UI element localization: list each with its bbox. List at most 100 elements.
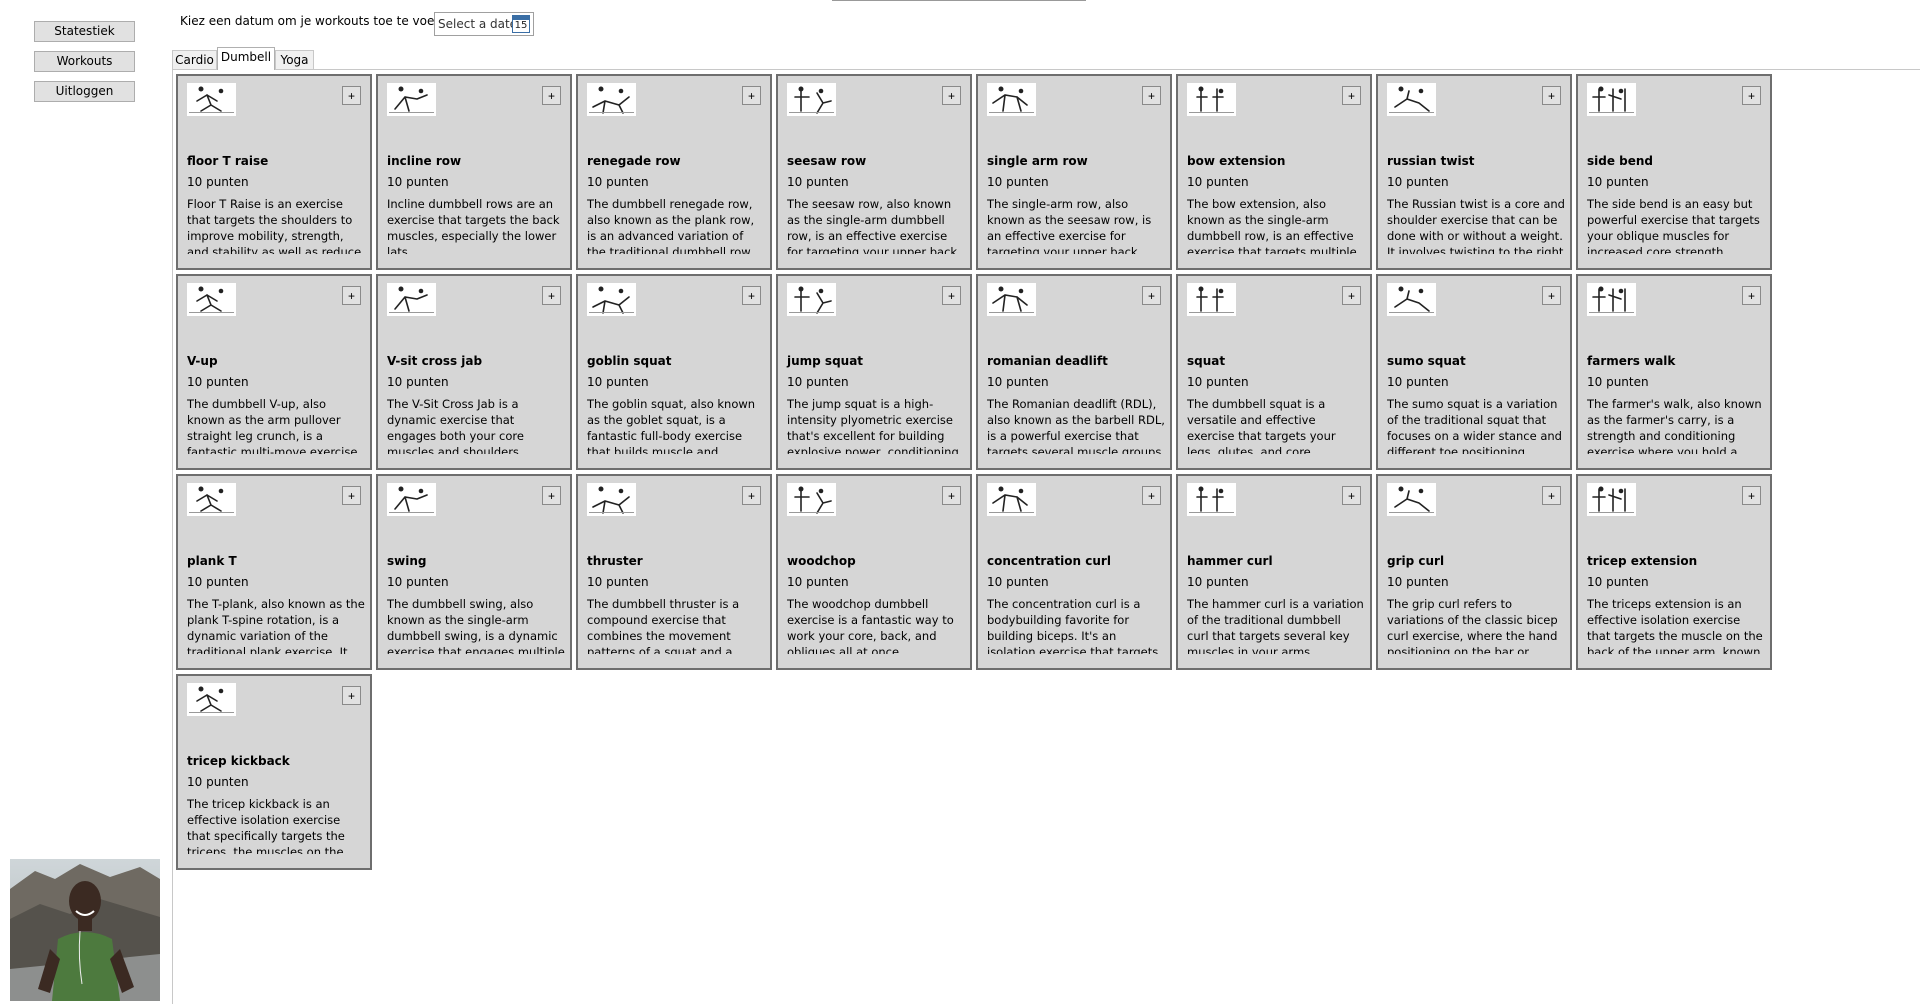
exercise-title: tricep extension	[1587, 554, 1698, 568]
exercise-illustration	[587, 283, 636, 316]
tab-cardio[interactable]: Cardio	[172, 50, 217, 69]
date-picker[interactable]: Select a date 15	[434, 12, 534, 36]
add-exercise-button[interactable]: +	[742, 286, 761, 305]
exercise-title: V-up	[187, 354, 218, 368]
date-picker-placeholder: Select a date	[438, 17, 518, 31]
exercise-title: V-sit cross jab	[387, 354, 483, 368]
add-exercise-button[interactable]: +	[1142, 86, 1161, 105]
exercise-illustration	[1187, 83, 1236, 116]
add-exercise-button[interactable]: +	[1342, 486, 1361, 505]
exercise-card: + single arm row 10 punten The single-arm r…	[976, 74, 1172, 270]
exercise-illustration	[987, 83, 1036, 116]
exercise-description: The triceps extension is an effective is…	[1587, 597, 1763, 654]
exercise-illustration	[1387, 83, 1436, 116]
exercise-points: 10 punten	[587, 575, 649, 589]
add-exercise-button[interactable]: +	[942, 486, 961, 505]
exercise-title: seesaw row	[787, 154, 867, 168]
exercise-description: The Russian twist is a core and shoulder…	[1387, 197, 1565, 254]
exercise-points: 10 punten	[187, 575, 249, 589]
exercise-description: Incline dumbbell rows are an exercise th…	[387, 197, 560, 254]
exercise-illustration	[187, 83, 236, 116]
add-exercise-button[interactable]: +	[1142, 486, 1161, 505]
exercise-title: hammer curl	[1187, 554, 1273, 568]
tab-dumbell[interactable]: Dumbell	[217, 47, 275, 70]
exercise-card: + floor T raise 10 punten Floor T Raise is …	[176, 74, 372, 270]
exercise-illustration	[1587, 283, 1636, 316]
exercise-description: The T-plank, also known as the plank T-s…	[187, 597, 365, 654]
add-exercise-button[interactable]: +	[1742, 86, 1761, 105]
scrollbar-thumb[interactable]	[1908, 74, 1917, 994]
exercise-illustration	[387, 483, 436, 516]
add-exercise-button[interactable]: +	[742, 486, 761, 505]
logout-button[interactable]: Uitloggen	[34, 81, 135, 102]
exercise-points: 10 punten	[387, 575, 449, 589]
add-exercise-button[interactable]: +	[342, 86, 361, 105]
exercise-points: 10 punten	[587, 175, 649, 189]
exercise-card: + farmers walk 10 punten The farmer's walk,…	[1576, 274, 1772, 470]
exercise-description: The V-Sit Cross Jab is a dynamic exercis…	[387, 397, 524, 454]
exercise-points: 10 punten	[787, 375, 849, 389]
add-exercise-button[interactable]: +	[942, 86, 961, 105]
exercise-title: grip curl	[1387, 554, 1445, 568]
add-exercise-button[interactable]: +	[342, 286, 361, 305]
exercise-illustration	[187, 483, 236, 516]
exercise-title: russian twist	[1387, 154, 1475, 168]
add-exercise-button[interactable]: +	[1342, 86, 1361, 105]
side-nav: Statestiek Workouts Uitloggen	[34, 21, 135, 111]
exercise-title: jump squat	[787, 354, 864, 368]
exercise-illustration	[387, 83, 436, 116]
exercise-card: + renegade row 10 punten The dumbbell reneg…	[576, 74, 772, 270]
exercise-card: + V-sit cross jab 10 punten The V-Sit Cross…	[376, 274, 572, 470]
add-exercise-button[interactable]: +	[542, 86, 561, 105]
add-exercise-button[interactable]: +	[1142, 286, 1161, 305]
exercise-card: + jump squat 10 punten The jump squat is a …	[776, 274, 972, 470]
exercise-points: 10 punten	[187, 375, 249, 389]
add-exercise-button[interactable]: +	[542, 486, 561, 505]
exercise-card: + swing 10 punten The dumbbell swing, also …	[376, 474, 572, 670]
exercise-illustration	[787, 283, 836, 316]
exercise-title: swing	[387, 554, 427, 568]
add-exercise-button[interactable]: +	[742, 86, 761, 105]
exercise-illustration	[187, 283, 236, 316]
add-exercise-button[interactable]: +	[542, 286, 561, 305]
exercise-title: farmers walk	[1587, 354, 1676, 368]
add-exercise-button[interactable]: +	[1542, 286, 1561, 305]
exercise-description: The hammer curl is a variation of the tr…	[1187, 597, 1364, 654]
workouts-button[interactable]: Workouts	[34, 51, 135, 72]
vertical-scrollbar[interactable]	[1903, 70, 1920, 1004]
add-exercise-button[interactable]: +	[342, 686, 361, 705]
exercise-title: sumo squat	[1387, 354, 1466, 368]
add-exercise-button[interactable]: +	[1542, 486, 1561, 505]
exercise-card: + romanian deadlift 10 punten The Romanian …	[976, 274, 1172, 470]
add-exercise-button[interactable]: +	[1542, 86, 1561, 105]
add-exercise-button[interactable]: +	[1742, 286, 1761, 305]
add-exercise-button[interactable]: +	[942, 286, 961, 305]
add-exercise-button[interactable]: +	[1742, 486, 1761, 505]
exercise-illustration	[387, 283, 436, 316]
exercise-points: 10 punten	[787, 175, 849, 189]
exercise-description: The goblin squat, also known as the gobl…	[587, 397, 756, 454]
exercise-illustration	[1587, 483, 1636, 516]
exercise-card: + squat 10 punten The dumbbell squat is a v…	[1176, 274, 1372, 470]
exercise-points: 10 punten	[1387, 375, 1449, 389]
exercise-description: The side bend is an easy but powerful ex…	[1587, 197, 1760, 254]
add-exercise-button[interactable]: +	[342, 486, 361, 505]
exercise-card: + plank T 10 punten The T-plank, also known…	[176, 474, 372, 670]
exercise-illustration	[187, 683, 236, 716]
exercise-illustration	[1187, 483, 1236, 516]
statistics-button[interactable]: Statestiek	[34, 21, 135, 42]
exercise-card: + woodchop 10 punten The woodchop dumbbell …	[776, 474, 972, 670]
exercise-title: tricep kickback	[187, 754, 290, 768]
dumbell-tab-panel: + floor T raise 10 punten Floor T Raise is …	[172, 69, 1920, 1004]
exercise-card: + hammer curl 10 punten The hammer curl is …	[1176, 474, 1372, 670]
athlete-photo	[10, 859, 160, 1001]
exercise-description: The Romanian deadlift (RDL), also known …	[987, 397, 1165, 454]
calendar-icon[interactable]: 15	[512, 15, 530, 33]
exercise-title: single arm row	[987, 154, 1088, 168]
exercise-description: The bow extension, also known as the sin…	[1187, 197, 1357, 254]
tab-yoga[interactable]: Yoga	[275, 50, 314, 69]
exercise-card: + incline row 10 punten Incline dumbbell ro…	[376, 74, 572, 270]
add-exercise-button[interactable]: +	[1342, 286, 1361, 305]
exercise-points: 10 punten	[987, 375, 1049, 389]
exercise-title: goblin squat	[587, 354, 672, 368]
